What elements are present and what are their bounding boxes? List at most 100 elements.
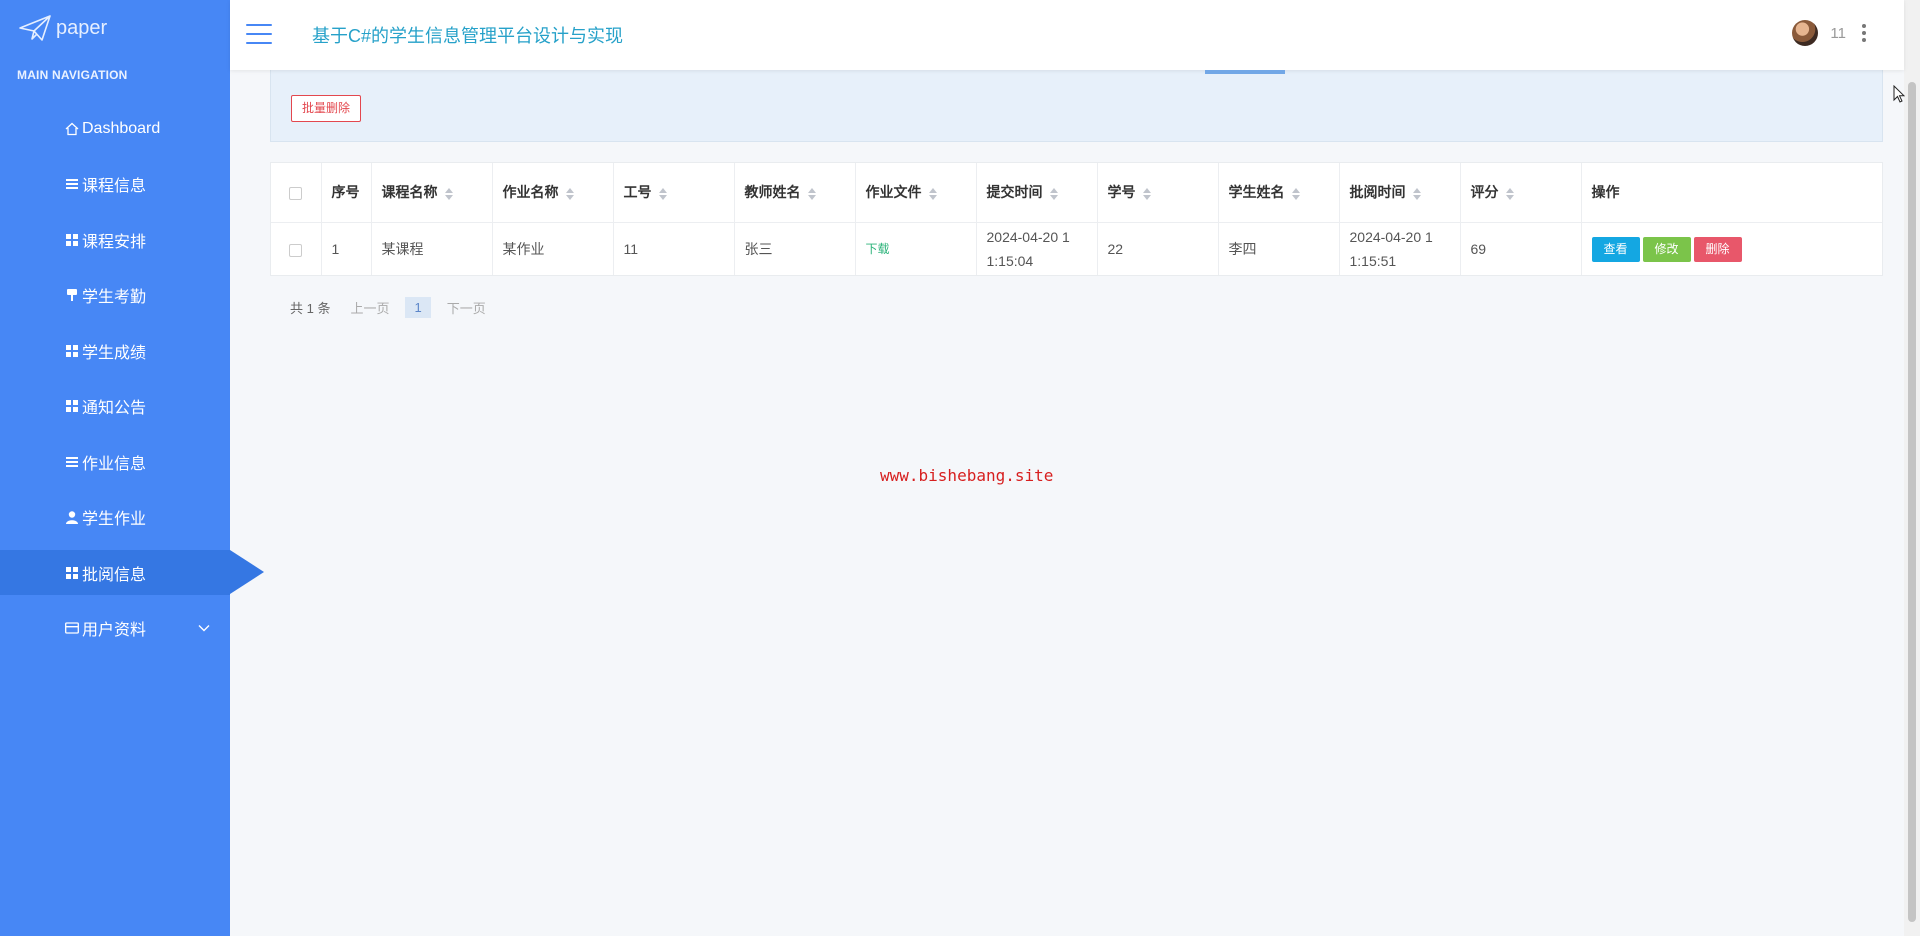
sort-icon[interactable] [928, 187, 937, 200]
cell-course-name: 某课程 [371, 222, 493, 275]
sidebar-item-course-info[interactable]: 课程信息 [0, 157, 230, 213]
column-header[interactable]: 教师姓名 [734, 163, 856, 222]
download-link[interactable]: 下载 [866, 242, 890, 256]
chevron-down-icon[interactable] [198, 619, 210, 637]
sidebar-item-label: 学生作业 [82, 511, 147, 529]
sidebar-item-label: 课程安排 [82, 233, 147, 251]
prev-page-link[interactable]: 上一页 [350, 298, 389, 317]
column-header[interactable]: 学号 [1097, 163, 1219, 222]
brand-logo[interactable]: paper [18, 14, 107, 42]
top-bar: 基于C#的学生信息管理平台设计与实现 11 [230, 0, 1904, 70]
table-row: 1 某课程 某作业 11 张三 下载 2024-04-20 1 1:15:04 2… [271, 222, 1882, 275]
row-checkbox[interactable] [289, 243, 303, 257]
column-label: 操作 [1591, 184, 1620, 201]
sidebar-item-attendance[interactable]: 学生考勤 [0, 268, 230, 324]
column-header[interactable]: 作业名称 [492, 163, 614, 222]
sort-icon[interactable] [1142, 187, 1151, 200]
sidebar-item-label: 通知公告 [82, 400, 147, 418]
select-all-checkbox[interactable] [289, 187, 303, 201]
column-header: 操作 [1581, 163, 1882, 222]
sidebar-item-homework-info[interactable]: 作业信息 [0, 434, 230, 490]
column-header[interactable]: 批阅时间 [1339, 163, 1461, 222]
submit-time-line-2: 1:15:04 [986, 252, 1034, 269]
avatar[interactable] [1792, 20, 1819, 46]
user-menu[interactable]: 11 [1792, 20, 1870, 46]
sidebar-item-label: 学生成绩 [82, 344, 147, 362]
sort-icon[interactable] [1412, 187, 1421, 200]
column-label: 教师姓名 [744, 184, 801, 201]
page-title: 基于C#的学生信息管理平台设计与实现 [312, 26, 624, 46]
sidebar-item-label: 学生考勤 [82, 289, 147, 307]
more-vertical-icon[interactable] [1858, 22, 1870, 44]
cell-index: 1 [321, 222, 372, 275]
grid-icon [64, 343, 79, 358]
vertical-scrollbar[interactable] [1904, 0, 1920, 936]
sidebar-item-grades[interactable]: 学生成绩 [0, 323, 230, 379]
column-header[interactable]: 评分 [1460, 163, 1582, 222]
cell-actions: 查看 修改 删除 [1581, 222, 1882, 275]
grid-icon [64, 565, 79, 580]
pagination: 共 1 条 上一页 1 下一页 [290, 297, 502, 318]
column-label: 序号 [331, 184, 360, 201]
nav-heading: MAIN NAVIGATION [17, 68, 128, 82]
sort-icon[interactable] [565, 187, 574, 200]
username[interactable]: 11 [1830, 25, 1846, 42]
column-label: 作业文件 [865, 184, 922, 201]
sidebar-item-dashboard[interactable]: Dashboard [0, 101, 230, 157]
menu-toggle-icon[interactable] [246, 24, 272, 44]
active-tab-indicator [1205, 70, 1285, 74]
sidebar-item-review-info[interactable]: 批阅信息 [0, 550, 264, 595]
list-icon [64, 177, 79, 192]
column-label: 学号 [1107, 184, 1136, 201]
sort-icon[interactable] [1505, 187, 1514, 200]
column-header: 序号 [321, 163, 372, 222]
cell-teacher-id: 11 [613, 222, 735, 275]
sort-icon[interactable] [1049, 187, 1058, 200]
submit-time-line-1: 2024-04-20 1 [986, 228, 1070, 245]
cell-homework-name: 某作业 [492, 222, 614, 275]
edit-button[interactable]: 修改 [1642, 236, 1691, 262]
sidebar-item-label: Dashboard [82, 119, 161, 137]
column-header[interactable]: 作业文件 [855, 163, 977, 222]
cell-score: 69 [1460, 222, 1582, 275]
cell-submit-time: 2024-04-20 1 1:15:04 [976, 222, 1098, 275]
column-header[interactable]: 工号 [613, 163, 735, 222]
current-page[interactable]: 1 [405, 297, 431, 318]
main-nav: Dashboard 课程信息 课程安排 学生考勤 学生成绩 通知公告 作业信息 [0, 101, 264, 656]
sidebar-item-user-profile[interactable]: 用户资料 [0, 600, 230, 656]
cell-teacher-name: 张三 [734, 222, 856, 275]
view-button[interactable]: 查看 [1591, 236, 1640, 262]
sort-icon[interactable] [1291, 187, 1300, 200]
column-label: 提交时间 [986, 184, 1043, 201]
batch-delete-button[interactable]: 批量删除 [291, 95, 362, 122]
home-icon [64, 121, 79, 136]
column-header[interactable]: 提交时间 [976, 163, 1098, 222]
cell-review-time: 2024-04-20 1 1:15:51 [1339, 222, 1461, 275]
column-label: 课程名称 [381, 184, 438, 201]
next-page-link[interactable]: 下一页 [447, 298, 486, 317]
sidebar-item-student-homework[interactable]: 学生作业 [0, 490, 230, 546]
grid-icon [64, 232, 79, 247]
review-time-line-1: 2024-04-20 1 [1349, 228, 1433, 245]
sidebar-item-label: 批阅信息 [82, 566, 147, 584]
pin-icon [64, 288, 79, 303]
sort-icon[interactable] [658, 187, 667, 200]
column-header[interactable]: 学生姓名 [1218, 163, 1340, 222]
sidebar: paper MAIN NAVIGATION Dashboard 课程信息 课程安… [0, 0, 264, 936]
column-label: 评分 [1470, 184, 1499, 201]
sidebar-item-label: 课程信息 [82, 178, 147, 196]
sidebar-item-label: 用户资料 [82, 621, 147, 639]
brand-name: paper [56, 16, 108, 39]
column-label: 工号 [623, 184, 652, 201]
sidebar-item-notices[interactable]: 通知公告 [0, 379, 230, 435]
sidebar-item-course-schedule[interactable]: 课程安排 [0, 212, 230, 268]
table-header-row: 序号 课程名称 作业名称 工号 教师姓名 作业文件 提交时间 学号 学生姓名 批… [271, 163, 1882, 222]
scrollbar-thumb[interactable] [1908, 82, 1916, 922]
toolbar-panel: 批量删除 [270, 70, 1883, 142]
column-label: 作业名称 [502, 184, 559, 201]
delete-button[interactable]: 删除 [1693, 236, 1742, 262]
sort-icon[interactable] [444, 187, 453, 200]
paper-plane-icon [19, 15, 51, 41]
sort-icon[interactable] [807, 187, 816, 200]
column-header[interactable]: 课程名称 [371, 163, 493, 222]
